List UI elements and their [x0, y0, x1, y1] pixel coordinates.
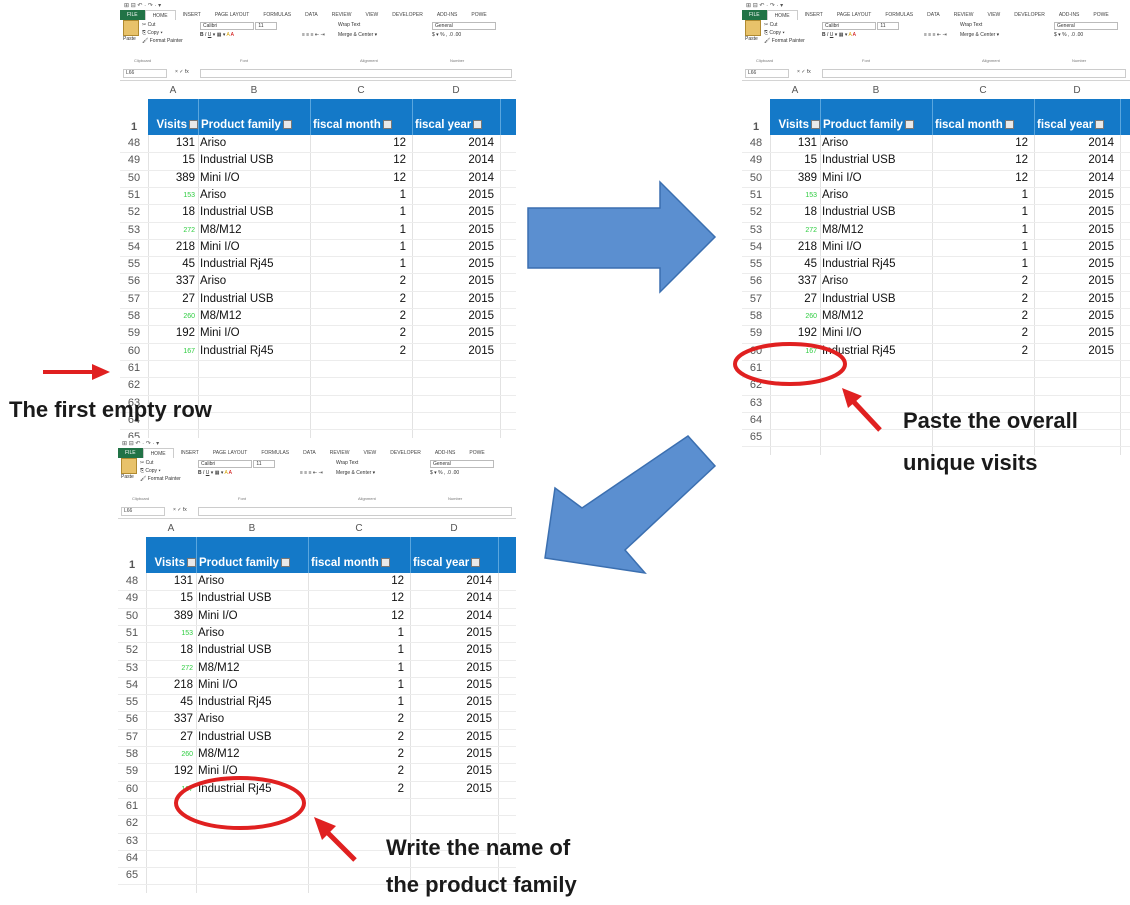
red-ellipse-paste	[733, 342, 847, 386]
red-ellipse-write	[174, 776, 306, 830]
flow-arrow-down-left	[544, 435, 717, 575]
annotation-write-line1: Write the name of	[386, 835, 571, 860]
annotation-write-line2: the product family	[386, 872, 577, 897]
flow-arrow-right	[527, 180, 717, 294]
annotation-paste-line2: unique visits	[903, 450, 1038, 475]
annotation-paste-line1: Paste the overall	[903, 408, 1078, 433]
annotation-first-empty-row: The first empty row	[9, 397, 212, 422]
